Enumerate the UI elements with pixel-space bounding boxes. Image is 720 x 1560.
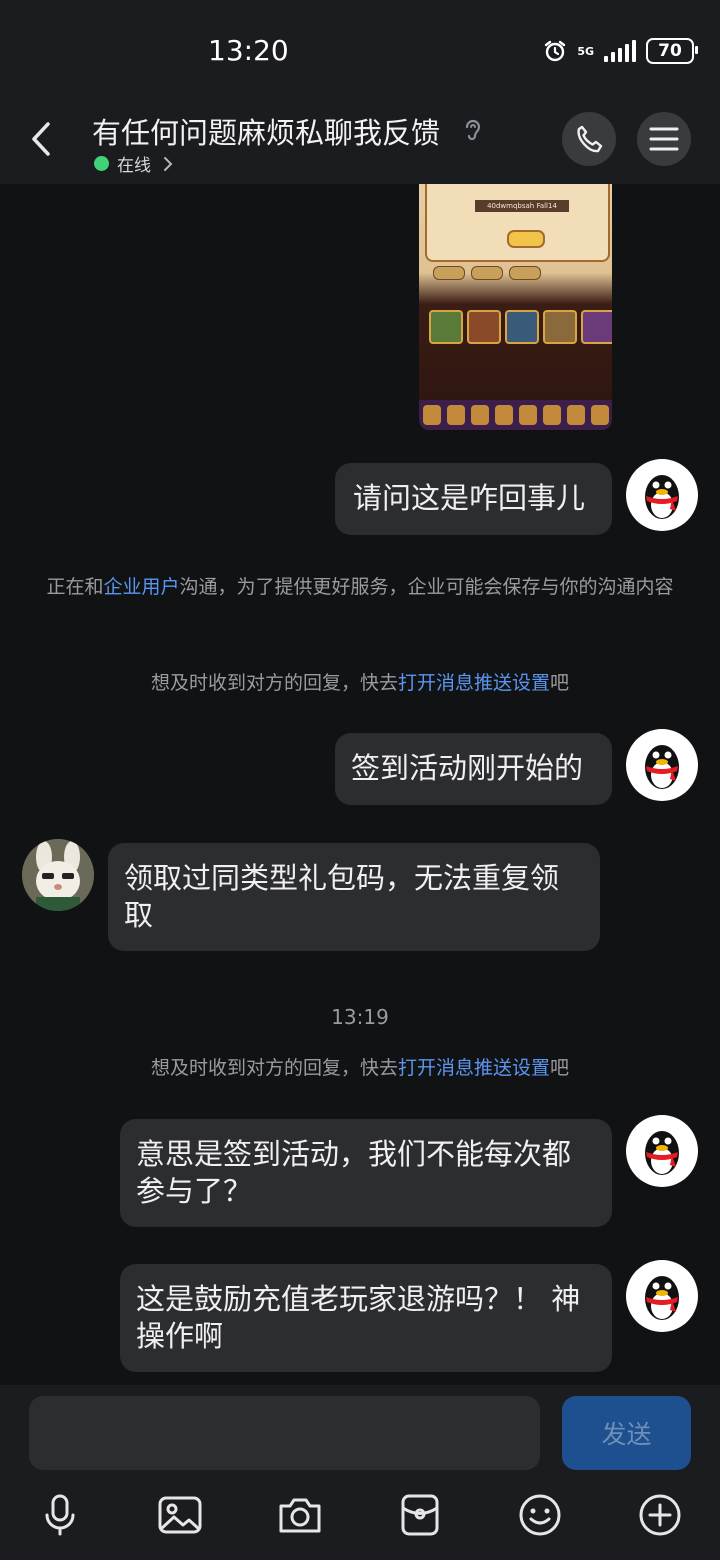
presence-status[interactable]: 在线 [94,151,173,176]
chevron-right-icon [164,156,173,171]
chat-title[interactable]: 有任何问题麻烦私聊我反馈 [92,110,440,152]
chevron-left-icon [32,122,50,156]
screenshot-button [507,230,545,248]
screenshot-code: 40dwmqbsah Fall14 [475,200,569,212]
ear-icon[interactable] [462,116,484,144]
top-bar: 13:20 5G 70 有任何问题麻烦私聊我反馈 在线 [0,0,720,184]
message-text: 请问这是咋回事儿 [353,481,586,515]
screenshot-heroes [429,310,612,344]
contact-avatar[interactable] [22,839,94,911]
message-input[interactable] [29,1396,540,1470]
battery-level: 70 [658,41,682,61]
notice-text: 想及时收到对方的回复，快去 [150,1057,398,1079]
rabbit-avatar-icon [22,839,94,911]
penguin-avatar-icon [645,1276,679,1320]
my-avatar[interactable] [626,729,698,801]
emoji-icon[interactable] [517,1492,563,1538]
push-settings-link[interactable]: 打开消息推送设置 [398,1057,550,1079]
battery-icon: 70 [646,38,698,64]
red-packet-icon[interactable] [397,1492,443,1538]
push-settings-notice: 想及时收到对方的回复，快去打开消息推送设置吧 [40,668,680,699]
message-bubble-outgoing[interactable]: 请问这是咋回事儿 [335,463,612,535]
message-timestamp: 13:19 [331,1005,389,1029]
message-text: 意思是签到活动，我们不能每次都参与了？ [136,1137,572,1208]
message-text: 这是鼓励充值老玩家退游吗？！ 神操作啊 [136,1282,581,1353]
enterprise-user-link[interactable]: 企业用户 [103,576,179,598]
message-text: 领取过同类型礼包码，无法重复领取 [124,861,560,932]
microphone-icon[interactable] [37,1492,83,1538]
call-button[interactable] [562,112,616,166]
notice-text: 正在和 [46,576,104,598]
my-avatar[interactable] [626,459,698,531]
message-bubble-outgoing[interactable]: 签到活动刚开始的 [335,733,612,805]
alarm-icon [545,40,566,62]
composer: 发送 [0,1385,720,1560]
notice-text: 吧 [550,1057,570,1079]
penguin-avatar-icon [645,475,679,519]
notice-text: 想及时收到对方的回复，快去 [150,672,398,694]
plus-icon[interactable] [637,1492,683,1538]
my-avatar[interactable] [626,1115,698,1187]
status-icons: 5G 70 [543,38,698,64]
penguin-avatar-icon [645,745,679,789]
screenshot-nav [419,400,612,430]
phone-icon [577,125,603,153]
message-text: 签到活动刚开始的 [351,751,584,785]
push-settings-link[interactable]: 打开消息推送设置 [398,672,550,694]
signal-icon [604,40,636,62]
notice-text: 沟通，为了提供更好服务，企业可能会保存与你的沟通内容 [179,576,674,598]
screenshot-tabs [433,266,541,280]
image-icon[interactable] [157,1492,203,1538]
camera-icon[interactable] [277,1492,323,1538]
network-label: 5G [577,44,594,58]
menu-icon [649,127,679,151]
presence-label: 在线 [117,156,151,176]
push-settings-notice: 想及时收到对方的回复，快去打开消息推送设置吧 [40,1053,680,1084]
message-bubble-incoming[interactable]: 领取过同类型礼包码，无法重复领取 [108,843,600,951]
message-bubble-outgoing[interactable]: 意思是签到活动，我们不能每次都参与了？ [120,1119,612,1227]
send-button[interactable]: 发送 [562,1396,691,1470]
notice-text: 吧 [550,672,570,694]
status-time: 13:20 [208,34,289,67]
message-bubble-outgoing[interactable]: 这是鼓励充值老玩家退游吗？！ 神操作啊 [120,1264,612,1372]
shared-game-screenshot[interactable]: 40dwmqbsah Fall14 [419,168,612,430]
my-avatar[interactable] [626,1260,698,1332]
menu-button[interactable] [637,112,691,166]
penguin-avatar-icon [645,1131,679,1175]
back-button[interactable] [22,116,62,162]
online-dot [94,156,109,171]
enterprise-notice: 正在和企业用户沟通，为了提供更好服务，企业可能会保存与你的沟通内容 [40,572,680,603]
